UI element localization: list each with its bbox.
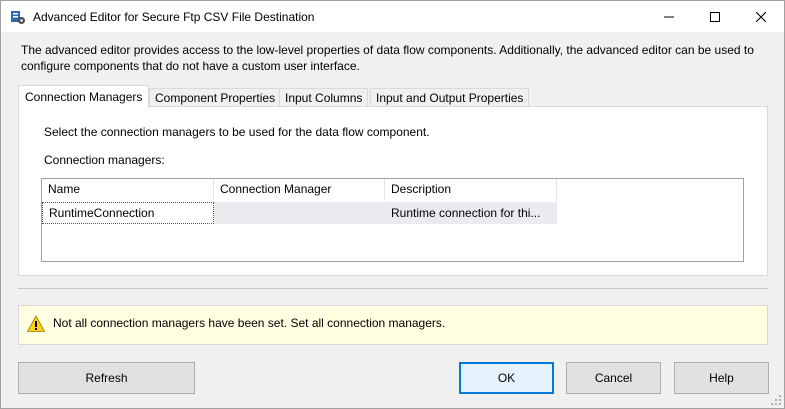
intro-description: The advanced editor provides access to t… bbox=[21, 43, 754, 73]
maximize-icon bbox=[710, 11, 720, 22]
status-bar: Not all connection managers have been se… bbox=[18, 305, 768, 345]
help-button[interactable]: Help bbox=[674, 362, 769, 394]
minimize-icon bbox=[664, 16, 674, 17]
ssis-component-icon bbox=[10, 9, 26, 25]
status-message: Not all connection managers have been se… bbox=[53, 316, 446, 330]
column-header-connection-manager[interactable]: Connection Manager bbox=[214, 179, 385, 201]
minimize-button[interactable] bbox=[646, 1, 692, 32]
connection-managers-grid[interactable]: Name Connection Manager Description Runt… bbox=[41, 178, 744, 262]
close-button[interactable] bbox=[738, 1, 784, 32]
resize-grip-icon[interactable] bbox=[770, 394, 782, 406]
window-title: Advanced Editor for Secure Ftp CSV File … bbox=[33, 10, 315, 24]
table-row[interactable]: RuntimeConnection Runtime connection for… bbox=[42, 202, 557, 224]
warning-icon bbox=[26, 315, 46, 333]
splitter[interactable] bbox=[18, 288, 768, 290]
tab-input-output-properties[interactable]: Input and Output Properties bbox=[370, 88, 530, 107]
title-bar: Advanced Editor for Secure Ftp CSV File … bbox=[1, 1, 784, 32]
grid-header: Name Connection Manager Description bbox=[42, 179, 557, 201]
cell-connection-manager[interactable] bbox=[214, 202, 385, 224]
tab-component-properties[interactable]: Component Properties bbox=[149, 88, 282, 107]
cell-description[interactable]: Runtime connection for thi... bbox=[385, 202, 557, 224]
column-header-name[interactable]: Name bbox=[42, 179, 214, 201]
refresh-button[interactable]: Refresh bbox=[18, 362, 195, 394]
cell-name[interactable]: RuntimeConnection bbox=[42, 202, 214, 224]
close-icon bbox=[756, 11, 766, 22]
advanced-editor-window: Advanced Editor for Secure Ftp CSV File … bbox=[0, 0, 785, 409]
cancel-button[interactable]: Cancel bbox=[566, 362, 661, 394]
tab-connection-managers[interactable]: Connection Managers bbox=[18, 85, 150, 108]
tab-input-columns[interactable]: Input Columns bbox=[279, 88, 369, 107]
ok-button[interactable]: OK bbox=[459, 362, 554, 394]
panel-instruction: Select the connection managers to be use… bbox=[44, 125, 430, 139]
grid-label: Connection managers: bbox=[44, 153, 165, 167]
maximize-button[interactable] bbox=[692, 1, 738, 32]
column-header-description[interactable]: Description bbox=[385, 179, 557, 201]
connection-managers-panel: Select the connection managers to be use… bbox=[18, 106, 768, 276]
